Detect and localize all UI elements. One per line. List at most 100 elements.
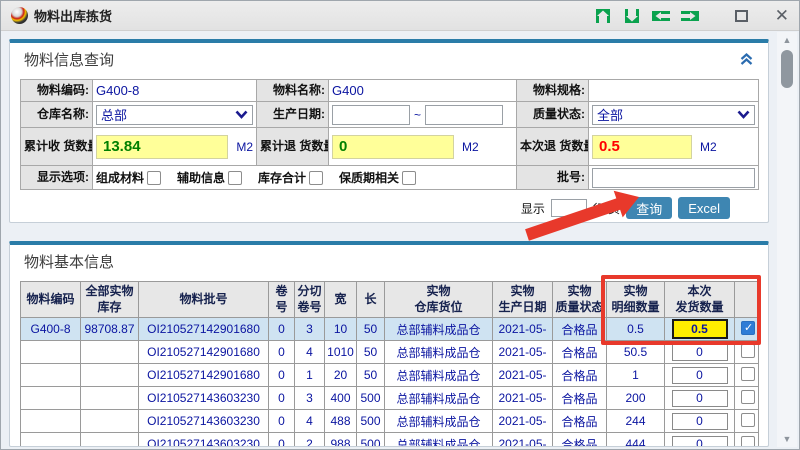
dialog-window: 物料出库拣货 ✕ 物料信息查询 [0,0,800,450]
cell-width: 1010 [325,341,357,364]
ship-quantity-input[interactable] [672,367,728,384]
cell-location: 总部辅料成品仓 [385,433,493,448]
scroll-up-icon[interactable]: ▲ [777,35,797,45]
close-button[interactable]: ✕ [775,7,789,24]
date-range-separator: ~ [414,108,421,122]
row-checkbox[interactable] [741,344,755,358]
cell-roll: 0 [269,433,295,448]
material-code-value: G400-8 [96,83,139,98]
warehouse-select[interactable]: 总部 [96,105,253,125]
quality-state-select[interactable]: 全部 [592,105,755,125]
query-button[interactable]: 查询 [626,197,672,219]
cell-quality: 合格品 [553,318,607,341]
cell-date: 2021-05- [493,364,553,387]
cell-stock [81,410,139,433]
column-header: 全部实物 库存 [81,282,139,318]
cell-code [21,410,81,433]
excel-button[interactable]: Excel [678,197,730,219]
nav-up-icon[interactable] [593,7,613,24]
maximize-button[interactable] [735,10,748,22]
column-header: 长 [357,282,385,318]
row-checkbox[interactable] [741,436,755,448]
cell-width: 488 [325,410,357,433]
vertical-scrollbar[interactable]: ▲ ▼ [777,32,797,447]
scrollbar-thumb[interactable] [781,50,793,88]
cell-ship [665,387,735,410]
ship-quantity-input[interactable] [672,390,728,407]
app-logo-icon [11,7,28,24]
display-option-checkbox[interactable] [228,171,242,185]
batch-no-label: 批号: [517,166,589,190]
cell-width: 988 [325,433,357,448]
display-options-label: 显示选项: [21,166,93,190]
ship-quantity-input[interactable] [672,319,728,339]
display-option-checkbox[interactable] [402,171,416,185]
cell-width: 10 [325,318,357,341]
query-controls: 显示 行/页 查询 Excel [20,196,758,220]
cell-qty: 50.5 [607,341,665,364]
ship-quantity-input[interactable] [672,436,728,448]
cell-batch: OI210527142901680 [139,341,269,364]
display-option-label: 辅助信息 [177,169,225,186]
table-row[interactable]: OI21052714360323004488500总部辅料成品仓2021-05-… [21,410,759,433]
display-option-checkbox[interactable] [309,171,323,185]
collapse-chevron-icon[interactable] [739,53,754,66]
cell-slit: 2 [295,433,325,448]
cell-slit: 4 [295,341,325,364]
cell-date: 2021-05- [493,341,553,364]
rows-per-page-prefix: 显示 [521,200,545,217]
rows-per-page-suffix: 行/页 [593,200,620,217]
production-date-to-input[interactable] [425,105,503,125]
column-header: 实物 明细数量 [607,282,665,318]
cell-date: 2021-05- [493,318,553,341]
titlebar-buttons: ✕ [593,7,789,24]
table-row[interactable]: OI21052714290168004101050总部辅料成品仓2021-05-… [21,341,759,364]
nav-right-icon[interactable] [680,7,700,24]
cell-batch: OI210527143603230 [139,410,269,433]
total-received-label: 累计收 货数量: [21,128,93,166]
cell-slit: 3 [295,387,325,410]
scroll-down-icon[interactable]: ▼ [777,434,797,444]
row-checkbox[interactable] [741,413,755,427]
cell-location: 总部辅料成品仓 [385,364,493,387]
cell-roll: 0 [269,341,295,364]
batch-no-input[interactable] [592,168,755,188]
cell-code [21,387,81,410]
table-row[interactable]: OI21052714360323002988500总部辅料成品仓2021-05-… [21,433,759,448]
cell-date: 2021-05- [493,387,553,410]
titlebar[interactable]: 物料出库拣货 ✕ [1,1,799,31]
nav-down-icon[interactable] [622,7,642,24]
cell-location: 总部辅料成品仓 [385,318,493,341]
table-row[interactable]: G400-898708.87OI210527142901680031050总部辅… [21,318,759,341]
material-code-label: 物料编码: [21,80,93,102]
production-date-from-input[interactable] [332,105,410,125]
row-checkbox[interactable] [741,367,755,381]
cell-location: 总部辅料成品仓 [385,341,493,364]
display-option-checkbox[interactable] [147,171,161,185]
display-option-label: 库存合计 [258,169,306,186]
cell-code [21,433,81,448]
table-row[interactable]: OI210527142901680012050总部辅料成品仓2021-05-合格… [21,364,759,387]
cell-roll: 0 [269,318,295,341]
warehouse-label: 仓库名称: [21,102,93,128]
cell-qty: 1 [607,364,665,387]
cell-qty: 244 [607,410,665,433]
cell-batch: OI210527143603230 [139,387,269,410]
column-header: 本次 发货数量 [665,282,735,318]
total-received-unit: M2 [236,140,253,154]
query-panel-title: 物料信息查询 [24,49,114,70]
row-checkbox[interactable] [741,390,755,404]
nav-left-icon[interactable] [651,7,671,24]
material-table: 物料编码全部实物 库存物料批号卷号分切 卷号宽长实物 仓库货位实物 生产日期实物… [20,281,759,447]
cell-select [735,364,759,387]
ship-quantity-input[interactable] [672,413,728,430]
cell-slit: 4 [295,410,325,433]
total-returned-unit: M2 [462,140,479,154]
cell-stock [81,387,139,410]
rows-per-page-input[interactable] [551,199,587,217]
chevron-down-icon [235,110,248,119]
ship-quantity-input[interactable] [672,344,728,361]
row-checkbox[interactable] [741,321,755,335]
table-row[interactable]: OI21052714360323003400500总部辅料成品仓2021-05-… [21,387,759,410]
material-name-value: G400 [332,83,364,98]
